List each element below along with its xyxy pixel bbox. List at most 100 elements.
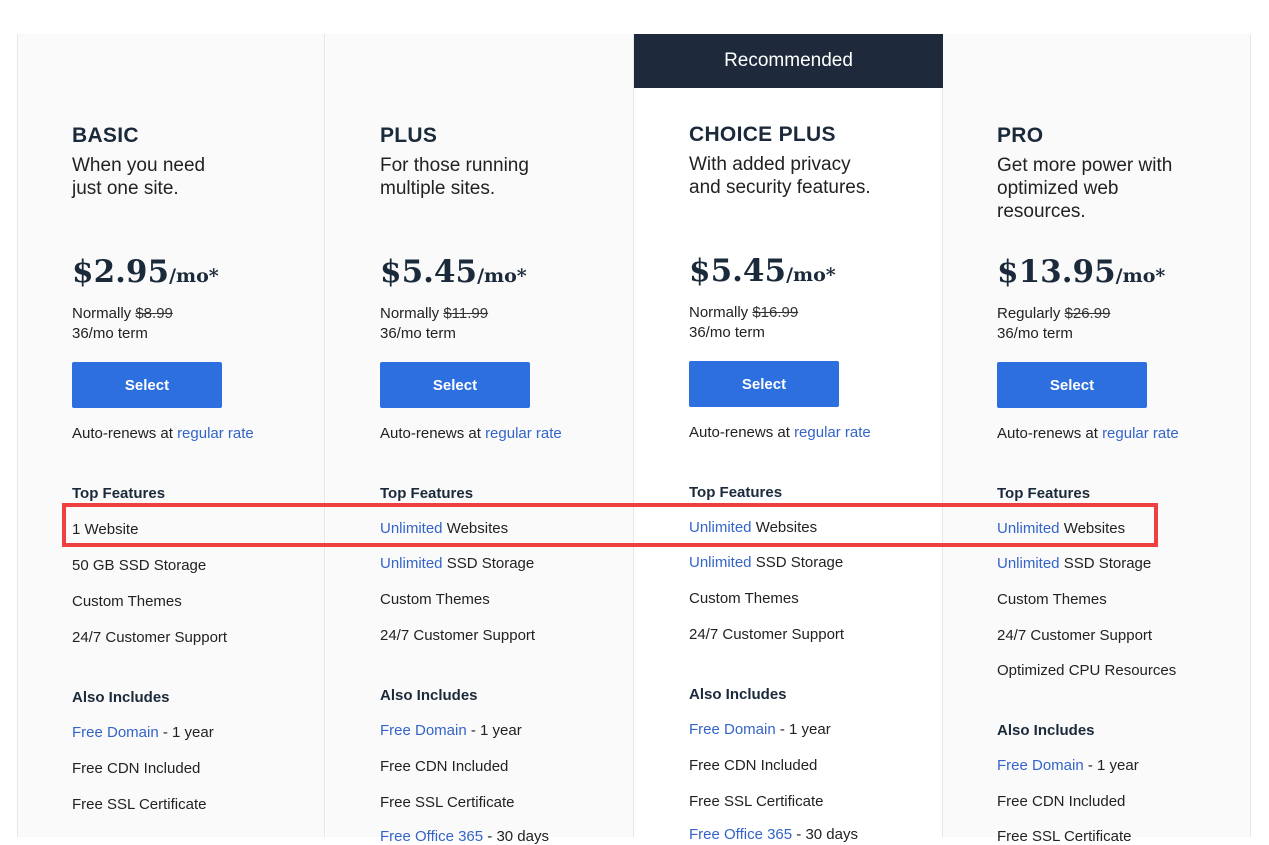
feature-text: Custom Themes <box>72 593 182 610</box>
plan-description-line: For those running <box>380 155 529 176</box>
free-office-link[interactable]: Free Office 365 <box>689 826 792 843</box>
unlimited-link[interactable]: Unlimited <box>997 555 1060 572</box>
include-text: - 1 year <box>466 722 522 739</box>
feature-storage: Unlimited SSD Storage <box>380 555 534 572</box>
plan-name: BASIC <box>72 124 139 147</box>
feature-themes: Custom Themes <box>72 593 182 610</box>
auto-renew-note: Auto-renews at regular rate <box>72 425 254 442</box>
feature-text: SSD Storage <box>751 554 844 571</box>
feature-storage: Unlimited SSD Storage <box>689 554 843 571</box>
also-includes-title: Also Includes <box>997 722 1095 739</box>
normal-price: $8.99 <box>135 305 173 322</box>
auto-renew-text: Auto-renews at <box>689 424 795 441</box>
plan-description-line: resources. <box>997 201 1086 222</box>
plan-header-pro: PRO Get more power with optimized web re… <box>997 124 1247 223</box>
highlight-box <box>62 503 1158 547</box>
unlimited-link[interactable]: Unlimited <box>689 554 752 571</box>
feature-support: 24/7 Customer Support <box>997 627 1152 644</box>
free-domain-link[interactable]: Free Domain <box>380 722 467 739</box>
feature-themes: Custom Themes <box>380 591 490 608</box>
plan-header-choice-plus: CHOICE PLUS With added privacy and secur… <box>689 123 939 199</box>
plan-header-plus: PLUS For those running multiple sites. <box>380 124 630 200</box>
unlimited-link[interactable]: Unlimited <box>380 555 443 572</box>
plan-price: $2.95/mo* <box>72 254 219 290</box>
free-domain-link[interactable]: Free Domain <box>72 724 159 741</box>
normal-price: $26.99 <box>1064 305 1111 322</box>
feature-text: Custom Themes <box>689 590 799 607</box>
select-button-basic[interactable]: Select <box>72 362 222 408</box>
plan-description: For those running multiple sites. <box>380 154 630 200</box>
normal-price-info: Normally $16.99 36/mo term <box>689 303 798 343</box>
plan-description: When you need just one site. <box>72 154 322 200</box>
regular-rate-link[interactable]: regular rate <box>794 424 871 441</box>
normal-price: $16.99 <box>752 304 799 321</box>
plan-description: With added privacy and security features… <box>689 153 939 199</box>
plan-description-line: and security features. <box>689 177 871 198</box>
price-amount: $2.95 <box>72 254 170 290</box>
include-text: Free SSL Certificate <box>689 793 824 810</box>
price-period: /mo* <box>169 265 219 287</box>
normal-label: Normally <box>72 305 136 322</box>
include-cdn: Free CDN Included <box>72 760 200 777</box>
top-features-title: Top Features <box>997 485 1091 502</box>
feature-storage: 50 GB SSD Storage <box>72 557 206 574</box>
plan-description-line: Get more power with <box>997 155 1173 176</box>
include-cdn: Free CDN Included <box>689 757 817 774</box>
free-domain-link[interactable]: Free Domain <box>997 757 1084 774</box>
feature-text: Custom Themes <box>380 591 490 608</box>
include-office: Free Office 365 - 30 days <box>689 826 858 843</box>
plan-price: $13.95/mo* <box>997 254 1165 290</box>
plan-description-line: just one site. <box>72 178 179 199</box>
price-period: /mo* <box>477 265 527 287</box>
include-text: Free SSL Certificate <box>72 796 207 813</box>
feature-cpu-resources-link[interactable]: Optimized CPU Resources <box>997 662 1176 679</box>
feature-text: SSD Storage <box>1059 555 1152 572</box>
normal-price-info: Normally $11.99 36/mo term <box>380 304 488 344</box>
normal-price: $11.99 <box>443 305 489 322</box>
term-text: 36/mo term <box>72 325 148 342</box>
normal-label: Normally <box>689 304 753 321</box>
plan-price: $5.45/mo* <box>689 253 836 289</box>
feature-themes: Custom Themes <box>689 590 799 607</box>
include-text: Free CDN Included <box>380 758 509 775</box>
select-button-choice-plus[interactable]: Select <box>689 361 839 407</box>
include-text: - 1 year <box>775 721 831 738</box>
include-domain: Free Domain - 1 year <box>689 721 831 738</box>
include-text: - 1 year <box>158 724 214 741</box>
feature-text: 24/7 Customer Support <box>72 629 228 646</box>
include-domain: Free Domain - 1 year <box>72 724 214 741</box>
regular-price-info: Regularly $26.99 36/mo term <box>997 304 1110 344</box>
select-button-pro[interactable]: Select <box>997 362 1147 408</box>
feature-text: 24/7 Customer Support <box>689 626 845 643</box>
regular-rate-link[interactable]: regular rate <box>485 425 562 442</box>
recommended-banner: Recommended <box>634 34 943 88</box>
price-period: /mo* <box>1115 265 1166 287</box>
plan-description-line: optimized web <box>997 178 1119 199</box>
term-text: 36/mo term <box>380 325 456 342</box>
plan-description-line: multiple sites. <box>380 178 496 199</box>
normal-price-info: Normally $8.99 36/mo term <box>72 304 173 344</box>
select-button-plus[interactable]: Select <box>380 362 530 408</box>
feature-text: Custom Themes <box>997 591 1107 608</box>
normal-label: Normally <box>380 305 444 322</box>
auto-renew-text: Auto-renews at <box>380 425 486 442</box>
include-text: Free CDN Included <box>72 760 201 777</box>
regular-rate-link[interactable]: regular rate <box>1102 425 1179 442</box>
feature-text: 50 GB SSD Storage <box>72 557 207 574</box>
top-features-title: Top Features <box>72 485 166 502</box>
auto-renew-note: Auto-renews at regular rate <box>689 424 871 441</box>
free-domain-link[interactable]: Free Domain <box>689 721 776 738</box>
auto-renew-text: Auto-renews at <box>997 425 1103 442</box>
term-text: 36/mo term <box>997 325 1073 342</box>
price-amount: $13.95 <box>997 254 1116 290</box>
feature-text: SSD Storage <box>442 555 535 572</box>
auto-renew-note: Auto-renews at regular rate <box>380 425 562 442</box>
feature-support: 24/7 Customer Support <box>72 629 227 646</box>
include-text: Free SSL Certificate <box>380 794 515 811</box>
feature-storage: Unlimited SSD Storage <box>997 555 1151 572</box>
include-ssl: Free SSL Certificate <box>380 794 515 811</box>
regular-rate-link[interactable]: regular rate <box>177 425 254 442</box>
feature-support: 24/7 Customer Support <box>380 627 535 644</box>
plan-price: $5.45/mo* <box>380 254 527 290</box>
also-includes-title: Also Includes <box>380 687 478 704</box>
